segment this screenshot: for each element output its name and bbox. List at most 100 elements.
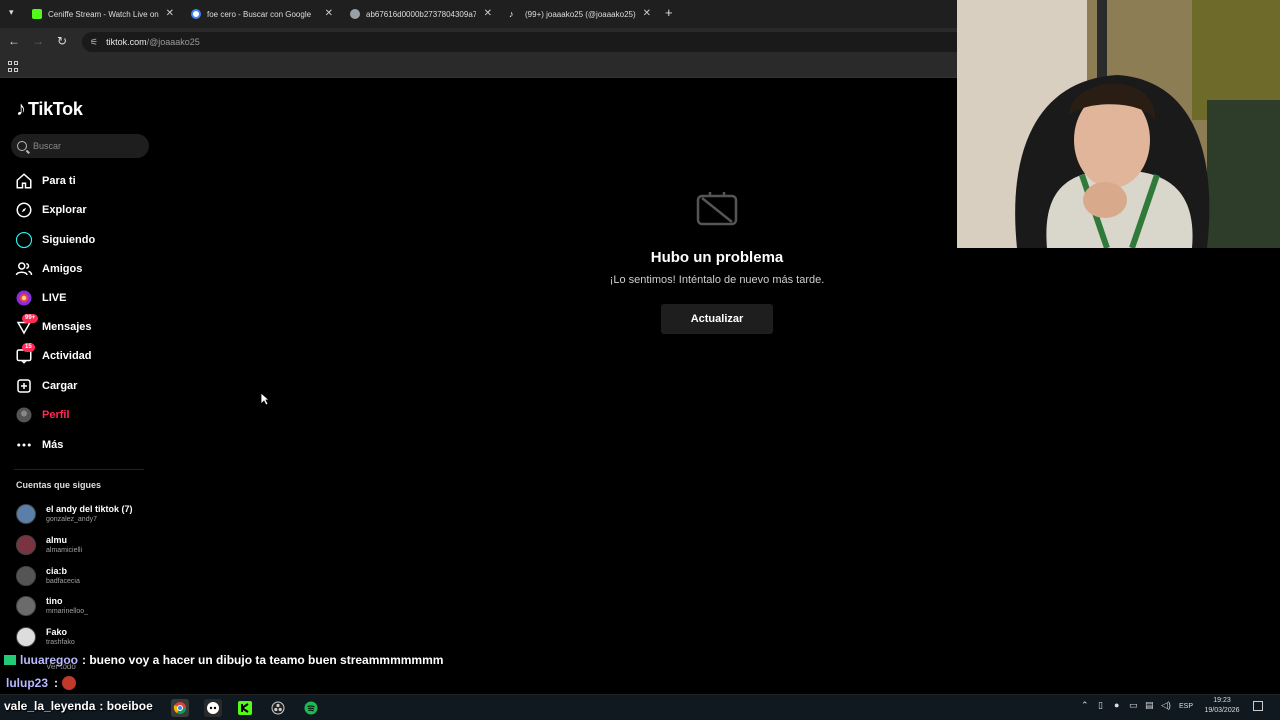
apps-grid-icon[interactable] — [8, 61, 19, 72]
logo-text: TikTok — [28, 99, 83, 119]
account-username: badfacecia — [46, 578, 80, 585]
tray-network-icon[interactable]: ▤ — [1145, 700, 1154, 711]
nav-para-ti[interactable]: Para ti — [14, 169, 144, 193]
nav-actividad[interactable]: 15 Actividad — [14, 343, 144, 368]
forward-arrow-icon[interactable]: → — [30, 34, 46, 48]
browser-tab-image[interactable]: ab67616d0000b2737804309a7 ✕ — [350, 3, 492, 25]
close-tab-icon[interactable]: ✕ — [325, 8, 333, 19]
nav-perfil[interactable]: Perfil — [14, 403, 144, 427]
avatar — [16, 627, 36, 647]
obs-taskbar-icon[interactable] — [269, 699, 287, 717]
activity-badge: 15 — [22, 343, 35, 352]
following-account[interactable]: almu almamicielli — [16, 533, 156, 557]
address-bar[interactable]: ⚟ tiktok.com/@joaaako25 — [82, 32, 982, 52]
more-icon — [14, 435, 34, 455]
nav-mensajes[interactable]: 99+ Mensajes — [14, 314, 144, 339]
mouse-cursor-icon — [260, 392, 270, 406]
refresh-button[interactable]: Actualizar — [661, 304, 773, 334]
search-icon — [17, 141, 27, 151]
avatar — [16, 504, 36, 524]
tiktok-note-icon: ♪ — [16, 98, 26, 120]
nav-live[interactable]: LIVE — [14, 286, 144, 310]
browser-tab-kick[interactable]: Ceniffe Stream - Watch Live on ✕ — [32, 3, 174, 25]
taskbar-clock[interactable]: 19:23 19/03/2026 — [1198, 696, 1246, 716]
nav-mas[interactable]: Más — [14, 433, 144, 457]
broken-tv-icon — [696, 192, 738, 226]
language-indicator[interactable]: ESP — [1179, 703, 1193, 710]
browser-tab-google[interactable]: foe cero - Buscar con Google ✕ — [191, 3, 333, 25]
url-host: tiktok.com — [106, 37, 147, 47]
tray-display-icon[interactable]: ▭ — [1129, 700, 1138, 711]
messages-badge: 99+ — [22, 314, 39, 323]
following-account[interactable]: el andy del tiktok (7) gonzalez_andy7 — [16, 502, 156, 526]
close-tab-icon[interactable]: ✕ — [643, 8, 651, 19]
streamer-webcam-image — [957, 0, 1280, 248]
discord-taskbar-icon[interactable] — [204, 699, 222, 717]
following-account[interactable]: cia:b badfacecia — [16, 564, 156, 588]
nav-amigos[interactable]: Amigos — [14, 257, 144, 281]
sidebar-divider — [14, 469, 144, 470]
back-arrow-icon[interactable]: ← — [6, 34, 22, 48]
nav-label: Actividad — [42, 350, 92, 362]
nav-label: Siguiendo — [42, 234, 96, 246]
following-account[interactable]: tino mmarinelloo_ — [16, 594, 156, 618]
chat-message: lulup23 : — [6, 676, 77, 690]
kick-taskbar-icon[interactable] — [236, 699, 254, 717]
spotify-taskbar-icon[interactable] — [302, 699, 320, 717]
tray-microphone-icon[interactable]: ● — [1114, 700, 1119, 710]
chat-badge-icon — [4, 655, 16, 665]
friends-icon — [14, 259, 34, 279]
nav-label: Más — [42, 439, 64, 451]
browser-tab-tiktok[interactable]: ♪ (99+) joaaako25 (@joaaako25) | ✕ — [509, 3, 651, 25]
tray-device-icon[interactable]: ▯ — [1098, 700, 1103, 711]
tiktok-logo[interactable]: ♪ TikTok — [16, 98, 83, 121]
tab-label: (99+) joaaako25 (@joaaako25) | — [525, 9, 637, 19]
google-favicon-icon — [191, 9, 201, 19]
avatar — [16, 596, 36, 616]
close-tab-icon[interactable]: ✕ — [484, 8, 492, 19]
account-username: almamicielli — [46, 547, 83, 554]
tab-label: ab67616d0000b2737804309a7 — [366, 9, 476, 19]
chat-message: vale_la_leyenda: boeiboe — [4, 699, 153, 713]
nav-explorar[interactable]: Explorar — [14, 198, 144, 222]
account-name: tino — [46, 596, 63, 606]
close-tab-icon[interactable]: ✕ — [166, 8, 174, 19]
home-icon — [14, 171, 34, 191]
reload-icon[interactable]: ↻ — [54, 34, 70, 48]
search-box[interactable] — [11, 134, 149, 158]
account-name: cia:b — [46, 566, 68, 576]
clock-date: 19/03/2026 — [1204, 707, 1240, 714]
activity-icon: 15 — [14, 343, 35, 366]
nav-label: Cargar — [42, 380, 78, 392]
avatar — [16, 535, 36, 555]
messages-icon: 99+ — [14, 314, 39, 337]
url-path: /@joaaako25 — [146, 37, 200, 47]
chrome-taskbar-icon[interactable] — [171, 699, 189, 717]
nav-label: Mensajes — [42, 321, 92, 333]
account-name: el andy del tiktok (7) — [46, 504, 133, 514]
search-input[interactable] — [33, 141, 143, 151]
account-username: trashfako — [46, 639, 75, 646]
chat-text: : bueno voy a hacer un dibujo ta teamo b… — [82, 653, 444, 667]
live-icon — [14, 288, 34, 308]
nav-siguiendo[interactable]: Siguiendo — [14, 228, 144, 252]
following-account[interactable]: Fako trashfako — [16, 625, 156, 649]
notification-center-icon[interactable] — [1253, 701, 1263, 711]
chat-username: vale_la_leyenda — [4, 699, 96, 713]
chat-emote-icon — [62, 676, 77, 690]
tab-search-chevron-icon[interactable]: ▾ — [9, 7, 14, 18]
tab-label: foe cero - Buscar con Google — [207, 9, 312, 19]
nav-cargar[interactable]: Cargar — [14, 374, 144, 398]
account-username: gonzalez_andy7 — [46, 516, 97, 523]
following-icon — [14, 230, 34, 250]
chat-text: : — [54, 676, 59, 690]
chat-text: : boeiboe — [99, 699, 153, 713]
tray-volume-icon[interactable]: ◁) — [1161, 700, 1171, 711]
webcam-overlay — [957, 0, 1280, 248]
site-info-icon[interactable]: ⚟ — [90, 37, 98, 48]
error-title: Hubo un problema — [650, 249, 784, 266]
new-tab-button[interactable]: + — [665, 5, 673, 20]
compass-icon — [14, 200, 34, 220]
nav-label: LIVE — [42, 292, 67, 304]
tray-chevron-up-icon[interactable]: ⌃ — [1081, 700, 1089, 711]
